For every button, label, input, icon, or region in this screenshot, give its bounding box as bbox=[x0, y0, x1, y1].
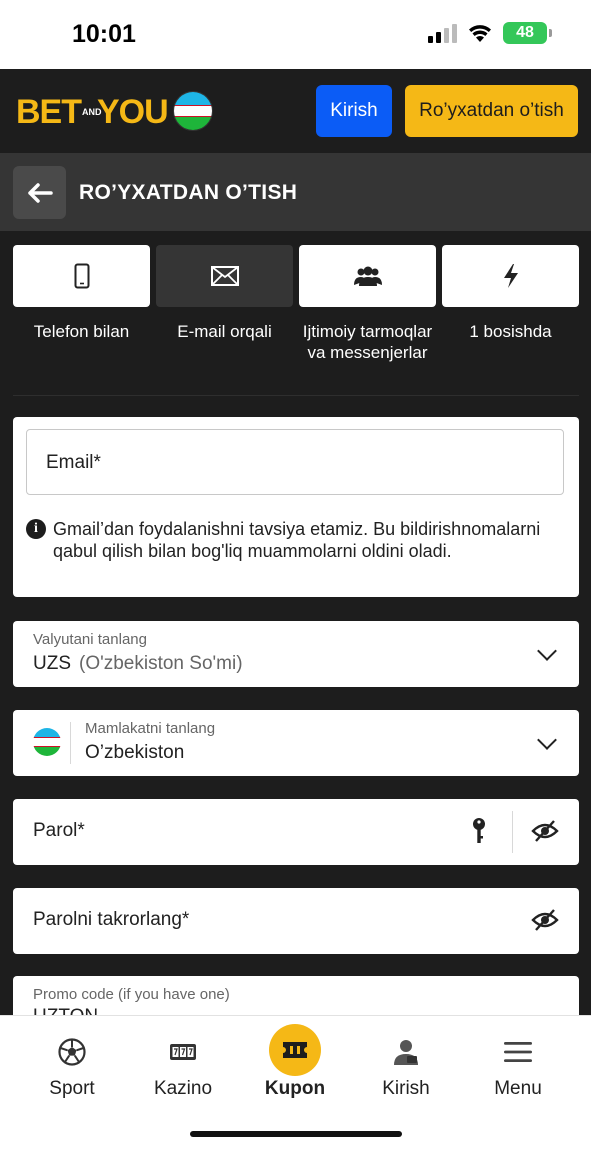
tab-email[interactable]: E-mail orqali bbox=[156, 245, 293, 342]
nav-kirish-label: Kirish bbox=[382, 1078, 430, 1099]
nav-kazino[interactable]: Kazino bbox=[133, 1036, 233, 1100]
key-icon[interactable] bbox=[471, 817, 487, 845]
tab-one-click[interactable]: 1 bosishda bbox=[442, 245, 579, 342]
tab-phone[interactable]: Telefon bilan bbox=[13, 245, 150, 342]
page-title-bar: RO’YXATDAN O’TISH bbox=[0, 153, 591, 231]
tab-social[interactable]: Ijtimoiy tarmoqlar va messenjerlar bbox=[299, 245, 436, 363]
nav-kupon-label: Kupon bbox=[264, 1078, 326, 1099]
currency-select[interactable]: Valyutani tanlang UZS (O'zbekiston So'mi) bbox=[13, 621, 579, 687]
battery-icon: 48 bbox=[503, 22, 552, 44]
app-header: BET AND YOU Kirish Ro’yxatdan o’tish bbox=[0, 69, 591, 153]
country-select-value: O’zbekiston bbox=[85, 742, 185, 763]
logo-and: AND bbox=[82, 107, 102, 117]
eye-slash-icon[interactable] bbox=[531, 908, 559, 932]
user-login-icon bbox=[394, 1040, 418, 1065]
status-bar: 10:01 48 bbox=[0, 0, 591, 69]
back-button[interactable] bbox=[13, 166, 66, 219]
nav-menu-label: Menu bbox=[494, 1078, 542, 1099]
password-repeat-placeholder: Parolni takrorlang* bbox=[33, 909, 190, 930]
tab-phone-box[interactable] bbox=[13, 245, 150, 307]
uzbekistan-flag-icon[interactable] bbox=[173, 91, 213, 131]
tab-social-label: Ijtimoiy tarmoqlar va messenjerlar bbox=[302, 322, 433, 362]
nav-kupon[interactable]: Kupon bbox=[245, 1024, 345, 1100]
tabs-divider bbox=[13, 395, 579, 396]
status-icons: 48 bbox=[428, 22, 552, 44]
register-button[interactable]: Ro’yxatdan o’tish bbox=[405, 85, 578, 137]
kupon-button[interactable] bbox=[269, 1024, 321, 1076]
people-icon bbox=[353, 266, 382, 286]
promo-code-label: Promo code (if you have one) bbox=[33, 986, 230, 1003]
country-flag-icon bbox=[33, 728, 61, 761]
home-indicator[interactable] bbox=[190, 1131, 402, 1137]
tab-one-click-label: 1 bosishda bbox=[469, 322, 552, 341]
chevron-down-icon bbox=[537, 730, 557, 750]
country-select-label: Mamlakatni tanlang bbox=[85, 720, 216, 737]
page-title: RO’YXATDAN O’TISH bbox=[79, 181, 298, 204]
tab-phone-label: Telefon bilan bbox=[33, 322, 130, 341]
slot-machine-icon bbox=[170, 1044, 196, 1060]
bottom-navigation: Sport Kazino Kupon Kirish Menu bbox=[0, 1015, 591, 1150]
password-repeat-field[interactable]: Parolni takrorlang* bbox=[13, 888, 579, 954]
country-select[interactable]: Mamlakatni tanlang O’zbekiston bbox=[13, 710, 579, 776]
status-time: 10:01 bbox=[72, 20, 136, 48]
registration-method-tabs: Telefon bilan E-mail orqali Ijtimoiy tar… bbox=[13, 245, 579, 390]
soccer-ball-icon bbox=[58, 1038, 86, 1066]
tab-social-box[interactable] bbox=[299, 245, 436, 307]
nav-sport[interactable]: Sport bbox=[22, 1036, 122, 1100]
nav-kazino-label: Kazino bbox=[153, 1078, 213, 1099]
country-separator bbox=[70, 722, 71, 764]
currency-name: (O'zbekiston So'mi) bbox=[79, 653, 243, 674]
password-separator bbox=[512, 811, 513, 853]
nav-sport-label: Sport bbox=[49, 1078, 95, 1099]
email-card: Email* i Gmail’dan foydalanishni tavsiya… bbox=[13, 417, 579, 597]
nav-kirish[interactable]: Kirish bbox=[356, 1036, 456, 1100]
signal-icon bbox=[428, 23, 457, 43]
password-field[interactable]: Parol* bbox=[13, 799, 579, 865]
lightning-icon bbox=[503, 264, 518, 288]
wifi-icon bbox=[469, 25, 491, 42]
logo-bet: BET bbox=[16, 93, 82, 131]
tab-email-box[interactable] bbox=[156, 245, 293, 307]
tab-one-click-box[interactable] bbox=[442, 245, 579, 307]
phone-icon bbox=[74, 263, 89, 289]
logo-you: YOU bbox=[97, 93, 169, 131]
tab-email-label: E-mail orqali bbox=[177, 322, 272, 341]
arrow-left-icon bbox=[27, 182, 53, 203]
password-placeholder: Parol* bbox=[33, 820, 85, 841]
email-info-text: Gmail’dan foydalanishni tavsiya etamiz. … bbox=[53, 519, 541, 561]
battery-level: 48 bbox=[516, 24, 534, 41]
chevron-down-icon bbox=[537, 641, 557, 661]
currency-select-label: Valyutani tanlang bbox=[33, 631, 147, 648]
email-field[interactable]: Email* bbox=[26, 429, 564, 495]
eye-slash-icon[interactable] bbox=[531, 819, 559, 843]
currency-code: UZS bbox=[33, 653, 71, 674]
envelope-icon bbox=[210, 266, 239, 286]
login-button[interactable]: Kirish bbox=[316, 85, 392, 137]
info-icon: i bbox=[26, 519, 46, 539]
nav-menu[interactable]: Menu bbox=[468, 1036, 568, 1100]
hamburger-menu-icon bbox=[504, 1042, 532, 1062]
ticket-icon bbox=[283, 1042, 307, 1058]
betandyou-logo[interactable]: BET AND YOU bbox=[16, 93, 169, 132]
currency-select-value: UZS (O'zbekiston So'mi) bbox=[33, 653, 243, 675]
